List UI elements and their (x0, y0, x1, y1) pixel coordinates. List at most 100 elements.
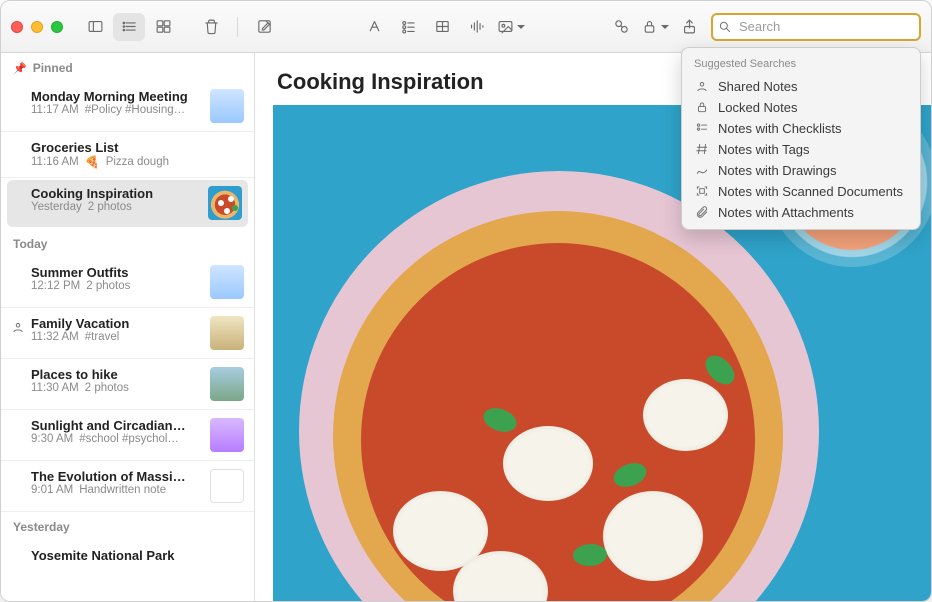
text-style-button[interactable] (359, 13, 391, 41)
note-title: The Evolution of Massi… (31, 469, 202, 484)
suggestions-header: Suggested Searches (682, 56, 920, 76)
suggestion-label: Notes with Drawings (718, 163, 837, 178)
checklist-icon (694, 121, 710, 135)
note-row-monday-morning-meeting[interactable]: Monday Morning Meeting 11:17 AM #Policy #… (1, 81, 254, 132)
list-view-button[interactable] (113, 13, 145, 41)
suggestion-tags[interactable]: Notes with Tags (682, 139, 920, 160)
note-time: 11:30 AM (31, 382, 79, 394)
suggestion-locked-notes[interactable]: Locked Notes (682, 97, 920, 118)
today-section-header: Today (1, 229, 254, 257)
suggestion-label: Notes with Checklists (718, 121, 842, 136)
note-thumbnail (208, 186, 242, 220)
note-row-places-to-hike[interactable]: Places to hike 11:30 AM 2 photos (1, 359, 254, 410)
suggestion-label: Locked Notes (718, 100, 798, 115)
yesterday-section-header: Yesterday (1, 512, 254, 540)
audio-button[interactable] (461, 13, 493, 41)
close-window-button[interactable] (11, 21, 23, 33)
pin-icon: 📌 (13, 62, 27, 75)
today-label: Today (13, 237, 47, 251)
cheese-illustration (643, 379, 728, 451)
note-title: Family Vacation (31, 316, 202, 331)
note-title: Groceries List (31, 140, 244, 155)
actions-group (605, 13, 705, 41)
note-row-yosemite[interactable]: Yosemite National Park (1, 540, 254, 571)
minimize-window-button[interactable] (31, 21, 43, 33)
tag-icon (694, 142, 710, 156)
suggestion-label: Notes with Tags (718, 142, 810, 157)
search-suggestions: Suggested Searches Shared Notes Locked N… (681, 47, 921, 230)
note-row-groceries-list[interactable]: Groceries List 11:16 AM 🍕 Pizza dough (1, 132, 254, 178)
note-title: Monday Morning Meeting (31, 89, 202, 104)
note-thumbnail (210, 469, 244, 503)
suggestion-scanned[interactable]: Notes with Scanned Documents (682, 181, 920, 202)
note-meta: #travel (85, 331, 120, 343)
suggestion-attachments[interactable]: Notes with Attachments (682, 202, 920, 223)
note-thumbnail (210, 367, 244, 401)
suggestion-label: Notes with Scanned Documents (718, 184, 903, 199)
media-button[interactable] (495, 13, 527, 41)
new-note-button[interactable] (248, 13, 280, 41)
yesterday-label: Yesterday (13, 520, 70, 534)
checklist-button[interactable] (393, 13, 425, 41)
suggestion-drawings[interactable]: Notes with Drawings (682, 160, 920, 181)
search-region: Suggested Searches Shared Notes Locked N… (711, 13, 921, 41)
note-meta: 2 photos (85, 382, 129, 394)
note-row-sunlight-circadian[interactable]: Sunlight and Circadian… 9:30 AM #school #… (1, 410, 254, 461)
table-button[interactable] (427, 13, 459, 41)
search-icon (718, 20, 732, 34)
note-row-family-vacation[interactable]: Family Vacation 11:32 AM #travel (1, 308, 254, 359)
note-meta: 2 photos (88, 201, 132, 213)
pizza-emoji-icon: 🍕 (85, 155, 100, 169)
search-input[interactable] (711, 13, 921, 41)
note-meta: Handwritten note (79, 484, 166, 496)
suggestion-label: Notes with Attachments (718, 205, 854, 220)
scan-icon (694, 184, 710, 198)
view-group (79, 13, 179, 41)
note-thumbnail (210, 89, 244, 123)
lock-button[interactable] (639, 13, 671, 41)
attachment-icon (694, 205, 710, 219)
window-controls (11, 21, 63, 33)
note-thumbnail (210, 265, 244, 299)
note-time: 11:32 AM (31, 331, 79, 343)
link-button[interactable] (605, 13, 637, 41)
note-time: Yesterday (31, 201, 82, 213)
note-time: 11:17 AM (31, 104, 79, 116)
pinned-label: Pinned (33, 61, 73, 75)
cheese-illustration (603, 491, 703, 581)
app-window: Suggested Searches Shared Notes Locked N… (0, 0, 932, 602)
note-meta: Pizza dough (106, 156, 169, 168)
note-time: 9:01 AM (31, 484, 73, 496)
titlebar: Suggested Searches Shared Notes Locked N… (1, 1, 931, 53)
cheese-illustration (503, 426, 593, 501)
note-time: 9:30 AM (31, 433, 73, 445)
notes-list-sidebar[interactable]: 📌 Pinned Monday Morning Meeting 11:17 AM… (1, 53, 255, 601)
drawing-icon (694, 163, 710, 177)
note-thumbnail (210, 316, 244, 350)
shared-icon (694, 79, 710, 93)
suggestion-shared-notes[interactable]: Shared Notes (682, 76, 920, 97)
suggestion-label: Shared Notes (718, 79, 798, 94)
note-row-summer-outfits[interactable]: Summer Outfits 12:12 PM 2 photos (1, 257, 254, 308)
note-time: 11:16 AM (31, 156, 79, 168)
note-thumbnail (210, 418, 244, 452)
note-title: Cooking Inspiration (31, 186, 200, 201)
note-title: Places to hike (31, 367, 202, 382)
gallery-view-button[interactable] (147, 13, 179, 41)
suggestion-checklists[interactable]: Notes with Checklists (682, 118, 920, 139)
note-row-evolution-massi[interactable]: The Evolution of Massi… 9:01 AM Handwritt… (1, 461, 254, 512)
share-button[interactable] (673, 13, 705, 41)
shared-indicator-icon (11, 320, 25, 334)
note-title: Summer Outfits (31, 265, 202, 280)
note-title: Yosemite National Park (31, 548, 244, 563)
note-meta: #Policy #Housing… (85, 104, 185, 116)
note-time: 12:12 PM (31, 280, 80, 292)
toggle-sidebar-button[interactable] (79, 13, 111, 41)
note-title: Sunlight and Circadian… (31, 418, 202, 433)
lock-icon (694, 100, 710, 114)
delete-note-button[interactable] (195, 13, 227, 41)
zoom-window-button[interactable] (51, 21, 63, 33)
note-meta: 2 photos (86, 280, 130, 292)
note-meta: #school #psychol… (79, 433, 179, 445)
note-row-cooking-inspiration[interactable]: Cooking Inspiration Yesterday 2 photos (7, 180, 248, 227)
